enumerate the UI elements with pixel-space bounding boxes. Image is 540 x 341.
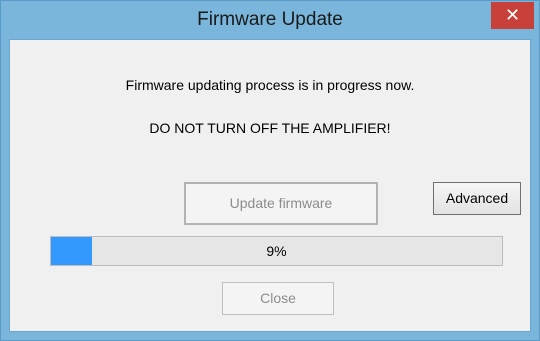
progress-bar: 9% [50, 236, 503, 266]
firmware-update-window: Firmware Update ✕ Firmware updating proc… [0, 0, 540, 341]
close-button[interactable]: Close [222, 282, 334, 315]
window-title: Firmware Update [197, 9, 343, 30]
warning-message: DO NOT TURN OFF THE AMPLIFIER! [149, 120, 391, 136]
close-icon: ✕ [504, 5, 521, 25]
title-bar[interactable]: Firmware Update ✕ [1, 1, 539, 39]
window-close-button[interactable]: ✕ [491, 2, 534, 29]
update-firmware-button[interactable]: Update firmware [184, 182, 378, 225]
progress-percent: 9% [266, 243, 287, 259]
advanced-button[interactable]: Advanced [433, 182, 521, 215]
dialog-content: Firmware updating process is in progress… [9, 39, 531, 332]
status-message: Firmware updating process is in progress… [125, 77, 415, 93]
